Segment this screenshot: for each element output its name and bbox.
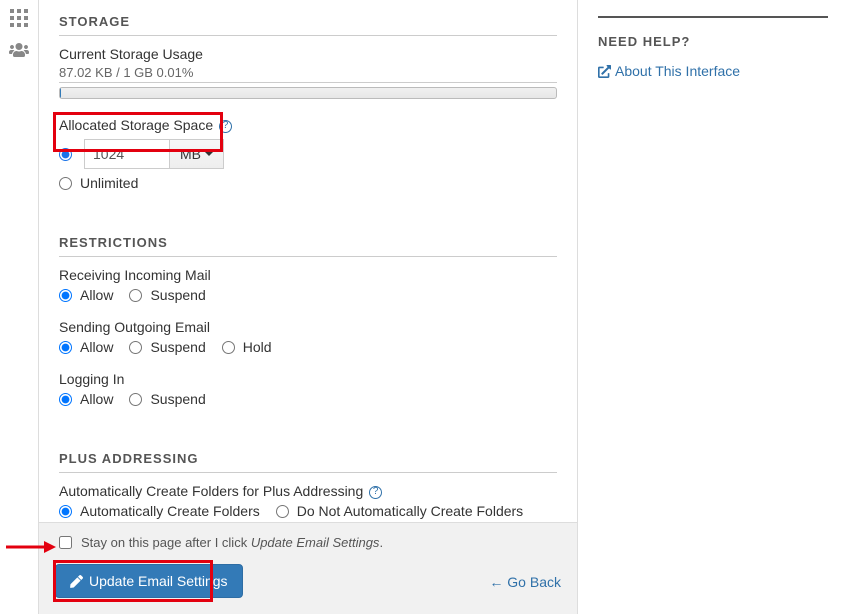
outgoing-hold[interactable]: Hold — [222, 339, 272, 355]
help-icon[interactable]: ? — [219, 120, 232, 133]
quota-value-input[interactable] — [84, 139, 170, 169]
pencil-icon — [70, 575, 83, 588]
quota-unlimited-option[interactable]: Unlimited — [59, 175, 138, 191]
outgoing-suspend[interactable]: Suspend — [129, 339, 205, 355]
quota-custom-radio[interactable] — [59, 148, 72, 161]
incoming-suspend[interactable]: Suspend — [129, 287, 205, 303]
login-allow[interactable]: Allow — [59, 391, 113, 407]
plus-auto[interactable]: Automatically Create Folders — [59, 503, 260, 519]
allocated-label: Allocated Storage Space — [59, 117, 213, 133]
users-icon[interactable] — [0, 36, 38, 64]
update-button-label: Update Email Settings — [89, 573, 228, 589]
incoming-label: Receiving Incoming Mail — [59, 267, 557, 283]
footer: Stay on this page after I click Update E… — [38, 522, 578, 614]
outgoing-allow[interactable]: Allow — [59, 339, 113, 355]
help-heading: NEED HELP? — [598, 16, 828, 49]
current-usage-label: Current Storage Usage — [59, 46, 557, 62]
external-link-icon — [598, 65, 611, 81]
quota-unit-select[interactable]: MB — [170, 139, 224, 169]
about-interface-link[interactable]: About This Interface — [598, 63, 740, 79]
storage-progress-bar — [59, 87, 557, 99]
login-suspend[interactable]: Suspend — [129, 391, 205, 407]
plus-noauto[interactable]: Do Not Automatically Create Folders — [276, 503, 523, 519]
current-usage-value: 87.02 KB / 1 GB 0.01% — [59, 65, 557, 83]
incoming-allow[interactable]: Allow — [59, 287, 113, 303]
storage-heading: STORAGE — [59, 4, 557, 36]
restrictions-heading: RESTRICTIONS — [59, 225, 557, 257]
quota-unlimited-label: Unlimited — [80, 175, 138, 191]
quota-unit-label: MB — [180, 146, 201, 162]
stay-text: Stay on this page after I click Update E… — [81, 535, 383, 550]
plus-heading: PLUS ADDRESSING — [59, 441, 557, 473]
login-label: Logging In — [59, 371, 557, 387]
quota-unlimited-radio[interactable] — [59, 177, 72, 190]
chevron-down-icon — [205, 152, 213, 156]
left-rail — [0, 0, 38, 614]
go-back-link[interactable]: ← Go Back — [489, 574, 561, 590]
update-email-settings-button[interactable]: Update Email Settings — [55, 564, 243, 598]
stay-checkbox[interactable] — [59, 536, 72, 549]
help-panel: NEED HELP? About This Interface — [598, 16, 828, 81]
help-icon[interactable]: ? — [369, 486, 382, 499]
arrow-left-icon: ← — [489, 574, 503, 590]
apps-icon[interactable] — [0, 4, 38, 32]
plus-auto-label: Automatically Create Folders for Plus Ad… — [59, 483, 363, 499]
outgoing-label: Sending Outgoing Email — [59, 319, 557, 335]
